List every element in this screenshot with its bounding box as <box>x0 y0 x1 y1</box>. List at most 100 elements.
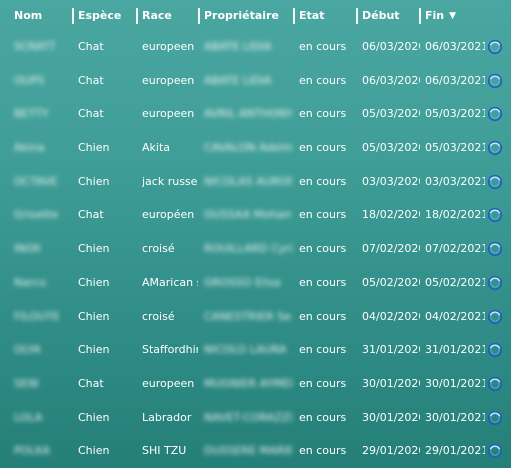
cell-nom: FILOUTE <box>14 309 60 323</box>
cell-proprietaire: OUSSAA Mohamed <box>204 208 292 222</box>
cell-debut: 05/02/2020 <box>362 275 420 289</box>
table-row[interactable]: POLKA Chien SHI TZU DUSSERE MARIE JO en … <box>0 434 511 468</box>
cell-fin: 30/01/2021 <box>425 410 485 424</box>
triangle-down-icon: ▼ <box>449 11 457 21</box>
cell-etat: en cours <box>299 174 347 188</box>
refresh-circle-icon[interactable] <box>487 106 503 122</box>
cell-espece: Chien <box>78 275 110 289</box>
table-row[interactable]: OCTAVE Chien jack russel NICOLAS AUROR E … <box>0 165 511 199</box>
column-divider[interactable] <box>198 8 200 24</box>
cell-fin: 04/02/2021 <box>425 309 485 323</box>
cell-race: europeen <box>142 376 195 390</box>
refresh-circle-icon[interactable] <box>487 376 503 392</box>
table-row[interactable]: Narco Chien AMarican sta GROSSO Elisa en… <box>0 266 511 300</box>
cell-race: Labrador <box>142 410 192 424</box>
cell-nom: Narco <box>14 275 47 289</box>
cell-fin: 05/03/2021 <box>425 107 485 121</box>
refresh-circle-icon[interactable] <box>487 140 503 156</box>
column-header-debut[interactable]: Début <box>356 8 420 24</box>
cell-debut: 31/01/2020 <box>362 343 420 357</box>
column-header-nom[interactable]: Nom <box>14 8 66 24</box>
cell-espece: Chien <box>78 242 110 256</box>
cell-fin: 06/03/2021 <box>425 73 485 87</box>
refresh-circle-icon[interactable] <box>487 174 503 190</box>
cell-proprietaire: NICOLAS AURORE <box>204 174 292 188</box>
cell-debut: 07/02/2020 <box>362 242 420 256</box>
cell-espece: Chien <box>78 309 110 323</box>
cell-espece: Chat <box>78 73 104 87</box>
column-divider[interactable] <box>356 8 358 24</box>
column-header-etat[interactable]: Etat <box>293 8 355 24</box>
table-row[interactable]: INOX Chien croisé ROUILLARD Cyrille en c… <box>0 232 511 266</box>
column-divider[interactable] <box>293 8 295 24</box>
cell-debut: 03/03/2020 <box>362 174 420 188</box>
table-row[interactable]: OLYA Chien Staffordhire NICOLO LAURA en … <box>0 333 511 367</box>
cell-proprietaire: DUSSERE MARIE JO <box>204 444 292 458</box>
refresh-circle-icon[interactable] <box>487 275 503 291</box>
table-row[interactable]: SCRATT Chat europeen ABATE LIDIA en cour… <box>0 30 511 64</box>
cell-etat: en cours <box>299 275 347 289</box>
cell-race: jack russel <box>142 174 198 188</box>
refresh-circle-icon[interactable] <box>487 207 503 223</box>
cell-etat: en cours <box>299 73 347 87</box>
table-row[interactable]: BETTY Chat europeen AVRIL ANTHONY en cou… <box>0 97 511 131</box>
column-divider[interactable] <box>136 8 138 24</box>
cell-etat: en cours <box>299 107 347 121</box>
cell-fin: 31/01/2021 <box>425 343 485 357</box>
refresh-circle-icon[interactable] <box>487 410 503 426</box>
cell-espece: Chien <box>78 343 110 357</box>
cell-debut: 06/03/2020 <box>362 73 420 87</box>
column-header-label: Nom <box>14 9 43 22</box>
refresh-circle-icon[interactable] <box>487 342 503 358</box>
cell-race: Akita <box>142 141 171 155</box>
refresh-circle-icon[interactable] <box>487 39 503 55</box>
cell-race: européen <box>142 208 195 222</box>
cell-debut: 06/03/2020 <box>362 40 420 53</box>
table-row[interactable]: LOLA Chien Labrador NAVET-CORAZZI lo en … <box>0 401 511 435</box>
cell-nom: OLYA <box>14 343 41 357</box>
table-row[interactable]: SEW Chat europeen MUGNIER AYMERIC en cou… <box>0 367 511 401</box>
cell-race: europeen <box>142 107 195 121</box>
column-header-race[interactable]: Race <box>136 8 198 24</box>
refresh-circle-icon[interactable] <box>487 241 503 257</box>
cell-espece: Chien <box>78 174 110 188</box>
cell-nom: SEW <box>14 376 39 390</box>
cell-proprietaire: NICOLO LAURA <box>204 343 287 357</box>
cell-nom: LOLA <box>14 410 43 424</box>
cell-nom: OUPS <box>14 73 45 87</box>
cell-espece: Chien <box>78 444 110 458</box>
cell-proprietaire: GROSSO Elisa <box>204 275 281 289</box>
column-divider[interactable] <box>72 8 74 24</box>
table-row[interactable]: Grisette Chat européen OUSSAA Mohamed en… <box>0 198 511 232</box>
column-header-proprietaire[interactable]: Propriétaire <box>198 8 292 24</box>
cell-etat: en cours <box>299 444 347 458</box>
table-view: Nom Espèce Race Propriétaire Etat Début … <box>0 0 511 468</box>
refresh-circle-icon[interactable] <box>487 73 503 89</box>
table-row[interactable]: FILOUTE Chien croisé CANESTRIER Serge en… <box>0 300 511 334</box>
column-header-label: Espèce <box>78 9 122 22</box>
cell-nom: INOX <box>14 242 41 256</box>
table-header: Nom Espèce Race Propriétaire Etat Début … <box>0 0 511 30</box>
cell-espece: Chien <box>78 410 110 424</box>
cell-debut: 29/01/2020 <box>362 444 420 458</box>
cell-espece: Chat <box>78 376 104 390</box>
cell-espece: Chat <box>78 40 104 53</box>
cell-proprietaire: MUGNIER AYMERIC <box>204 376 292 390</box>
cell-etat: en cours <box>299 410 347 424</box>
column-header-fin[interactable]: Fin ▼ <box>419 8 485 24</box>
column-divider[interactable] <box>419 8 421 24</box>
cell-proprietaire: CANESTRIER Serge <box>204 309 292 323</box>
cell-race: Staffordhire <box>142 343 198 357</box>
column-header-espece[interactable]: Espèce <box>72 8 130 24</box>
refresh-circle-icon[interactable] <box>487 443 503 459</box>
cell-etat: en cours <box>299 208 347 222</box>
column-header-label: Propriétaire <box>204 9 279 22</box>
cell-etat: en cours <box>299 40 347 53</box>
table-row[interactable]: Akina Chien Akita CAVALON Adeline en cou… <box>0 131 511 165</box>
cell-nom: BETTY <box>14 107 49 121</box>
cell-etat: en cours <box>299 309 347 323</box>
refresh-circle-icon[interactable] <box>487 309 503 325</box>
cell-fin: 06/03/2021 <box>425 40 485 53</box>
cell-etat: en cours <box>299 343 347 357</box>
table-row[interactable]: OUPS Chat europeen ABATE LIDIA en cours … <box>0 64 511 98</box>
